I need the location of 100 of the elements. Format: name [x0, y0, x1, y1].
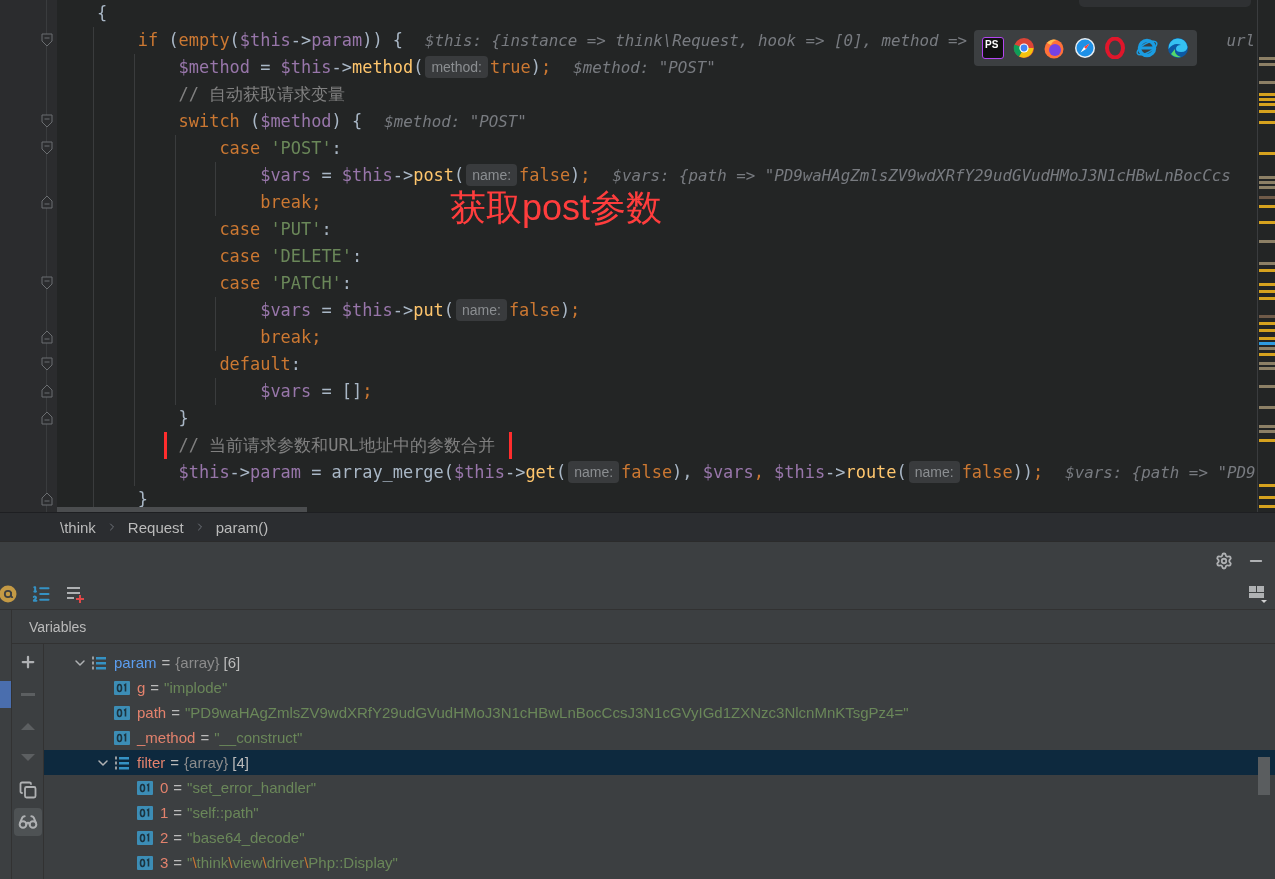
variable-name: 3 [160, 854, 169, 871]
fold-marker-icon[interactable] [41, 195, 53, 209]
variable-name: param [114, 654, 157, 671]
code-text: $vars = []; [260, 381, 373, 401]
variable-row[interactable]: param = {array} [6] [44, 650, 1275, 675]
element-count: [6] [223, 654, 241, 671]
scroll-thumb[interactable] [1258, 757, 1270, 795]
code-text: break; [260, 327, 322, 347]
fold-marker-icon[interactable] [41, 384, 53, 398]
value-type-icon [137, 780, 153, 795]
code-text: $vars = $this->put( [260, 300, 454, 320]
variable-name: 1 [160, 804, 169, 821]
variable-row[interactable]: 0 = "set_error_handler" [44, 775, 1275, 800]
equals-sign: = [150, 679, 160, 696]
code-text: false)); [961, 462, 1044, 482]
numbered-list-icon [114, 754, 130, 771]
annotation-text: 获取post参数 [450, 186, 663, 230]
inline-value: $this: {instance => think\Request, hook => [0], method => [425, 31, 968, 50]
parameter-hint: name: [466, 164, 518, 186]
inline-value: $vars: {path => "PD9waHAgZmlsZV9wdXRfY29udGVudHMoJ3N1cHBwLnBocCcs [612, 166, 1231, 185]
equals-sign: = [173, 829, 183, 846]
breadcrumb-item[interactable]: Request [127, 518, 184, 536]
down-triangle-icon [19, 753, 36, 763]
value-type-icon [114, 680, 130, 695]
fold-marker-icon[interactable] [41, 141, 53, 155]
code-text: $vars = $this->post( [260, 165, 465, 185]
code-text: false); [508, 300, 581, 320]
value-type-icon [114, 730, 130, 745]
code-text: case 'POST': [219, 138, 342, 158]
orbit-icon[interactable] [1134, 37, 1159, 59]
code-text: false); [519, 165, 591, 185]
variable-row[interactable]: 1 = "self::path" [44, 800, 1275, 825]
code-text: $method = $this->method( [178, 57, 424, 77]
fold-marker-icon[interactable] [41, 276, 53, 290]
variable-row[interactable]: 2 = "base64_decode" [44, 825, 1275, 850]
settings-icon[interactable] [1215, 551, 1233, 570]
code-text: { [97, 3, 108, 23]
variable-type: {array} [184, 754, 229, 771]
parameter-hint: method: [425, 56, 488, 78]
inline-value: $vars: {path => "PD9 [1065, 463, 1255, 482]
numbered-list-icon[interactable] [31, 584, 51, 604]
code-text: if (empty($this->param)) { [137, 30, 403, 50]
equals-sign: = [171, 704, 180, 721]
value-type-icon [137, 855, 153, 870]
fold-marker-icon[interactable] [41, 330, 53, 344]
error-stripe-drawing[interactable] [1255, 0, 1275, 512]
swirl-icon[interactable] [1167, 37, 1189, 59]
tricolor-circle-icon[interactable] [1012, 37, 1035, 59]
code-comment: // 自动获取请求变量 [178, 84, 346, 104]
variable-name: 2 [160, 829, 169, 846]
variable-value: "\think\view\driver\Php::Display" [187, 854, 398, 871]
compass-icon[interactable] [1073, 37, 1096, 59]
parameter-hint: name: [908, 461, 960, 483]
variable-name: 0 [160, 779, 169, 796]
breadcrumb-item[interactable]: \think [60, 518, 96, 536]
variable-name: filter [137, 754, 166, 771]
code-text: $this->param = array_merge($this->get( [178, 462, 567, 482]
value-type-icon [137, 805, 153, 820]
code-text: case 'DELETE': [219, 246, 363, 266]
scroll-thumb[interactable] [57, 507, 307, 512]
breadcrumb-item[interactable]: param() [215, 518, 269, 536]
variable-row[interactable]: path = "PD9waHAgZmlsZV9wdXRfY29udGVudHMoJ3N1cHBwLnBocCcsJ3N1cGVyIGd1ZXNzc3NlcnMnKTsgPz4=" [44, 700, 1275, 725]
equals-sign: = [170, 754, 180, 771]
ps-app-icon[interactable]: PS [982, 37, 1004, 59]
variable-row[interactable]: _method = "__construct" [44, 725, 1275, 750]
code-text: break; [260, 192, 322, 212]
code-text: } [137, 489, 148, 509]
code-text: switch ($method) { [178, 111, 363, 131]
code-text: } [178, 408, 189, 428]
ring-badge-icon[interactable] [0, 585, 17, 603]
variable-name: path [137, 704, 167, 721]
variable-row[interactable]: filter = {array} [4] [44, 750, 1275, 775]
fold-marker-icon[interactable] [41, 357, 53, 371]
fold-marker-icon[interactable] [41, 492, 53, 506]
glasses-button[interactable] [13, 808, 42, 836]
inline-value: $method: "POST" [573, 58, 716, 77]
fold-marker-icon[interactable] [41, 114, 53, 128]
equals-sign: = [161, 654, 171, 671]
variable-value: "set_error_handler" [187, 779, 317, 796]
ring-icon[interactable] [1104, 37, 1126, 59]
variables-title: Variables [29, 618, 87, 635]
code-text: true); [489, 57, 552, 77]
flame-globe-icon[interactable] [1043, 37, 1065, 59]
parameter-hint: name: [568, 461, 620, 483]
code-text: case 'PUT': [219, 219, 332, 239]
equals-sign: = [173, 854, 183, 871]
frame-selection-bar [0, 681, 11, 708]
up-triangle-icon [19, 721, 36, 731]
fold-marker-icon[interactable] [41, 411, 53, 425]
variable-row[interactable]: g = "implode" [44, 675, 1275, 700]
variable-name: g [137, 679, 146, 696]
fold-marker-icon[interactable] [41, 33, 53, 47]
layout-icon[interactable] [1247, 584, 1267, 604]
list-plus-icon[interactable] [65, 584, 85, 604]
variable-row[interactable]: 3 = "\think\view\driver\Php::Display" [44, 850, 1275, 875]
equals-sign: = [200, 729, 210, 746]
code-comment: // 当前请求参数和URL地址中的参数合并 [178, 435, 495, 455]
value-type-icon [114, 705, 130, 720]
copy-icon [18, 781, 37, 799]
variable-type: {array} [175, 654, 220, 671]
